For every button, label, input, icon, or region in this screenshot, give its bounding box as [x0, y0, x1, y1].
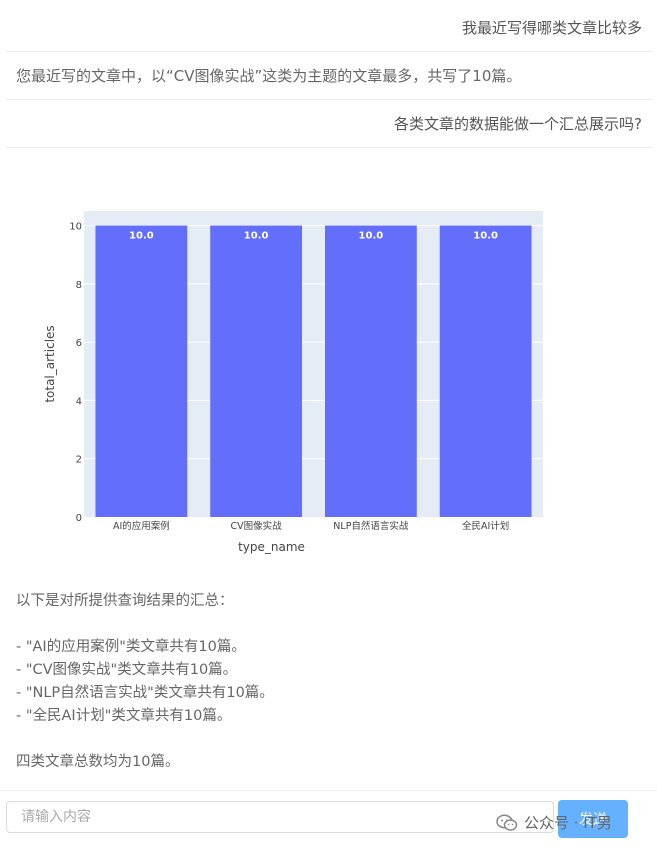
summary-item: - "NLP自然语言实战"类文章共有10篇。: [16, 685, 274, 701]
divider: [6, 51, 652, 52]
x-tick-label: AI的应用案例: [113, 520, 170, 532]
input-bar: 发送: [0, 790, 657, 850]
bar: [324, 225, 417, 518]
send-button[interactable]: 发送: [558, 800, 628, 838]
data-label: 10.0: [129, 231, 154, 242]
summary-conclusion: 四类文章总数均为10篇。: [16, 754, 180, 770]
data-label: 10.0: [244, 231, 269, 242]
y-tick-label: 10: [69, 222, 82, 233]
bar: [210, 225, 303, 518]
x-tick-label: 全民AI计划: [462, 520, 509, 532]
y-tick-label: 6: [76, 338, 82, 349]
data-label: 10.0: [359, 231, 384, 242]
message-input[interactable]: [6, 801, 554, 833]
summary-item: - "AI的应用案例"类文章共有10篇。: [16, 639, 246, 655]
y-axis-title: total_articles: [43, 325, 57, 402]
summary-item: - "CV图像实战"类文章共有10篇。: [16, 662, 238, 678]
divider: [6, 99, 652, 100]
chart-svg: 0 2 4 6 8 10 10.0 AI的应用案例 10.0 CV图像实战 10.0 NLP自然语言实…: [43, 211, 543, 554]
y-tick-label: 4: [76, 396, 82, 407]
x-tick-label: CV图像实战: [231, 520, 283, 532]
y-tick-label: 8: [76, 280, 82, 291]
y-tick-label: 0: [76, 513, 82, 524]
user-message: 我最近写得哪类文章比较多: [461, 19, 642, 37]
summary-intro: 以下是对所提供查询结果的汇总：: [16, 593, 234, 609]
chat-area: 我最近写得哪类文章比较多 您最近写的文章中，以“CV图像实战”这类为主题的文章最…: [0, 0, 657, 790]
divider: [6, 147, 652, 148]
bar: [439, 225, 532, 518]
y-tick-label: 2: [76, 455, 82, 466]
bot-message: 您最近写的文章中，以“CV图像实战”这类为主题的文章最多，共写了10篇。: [16, 67, 522, 85]
summary-item: - "全民AI计划"类文章共有10篇。: [16, 708, 232, 724]
bar: [95, 225, 188, 518]
x-tick-label: NLP自然语言实战: [333, 520, 409, 532]
bar-chart: 0 2 4 6 8 10 10.0 AI的应用案例 10.0 CV图像实战 10.0 NLP自然语言实…: [0, 200, 560, 570]
x-axis-title: type_name: [238, 540, 305, 554]
summary-text: 以下是对所提供查询结果的汇总： - "AI的应用案例"类文章共有10篇。 - "…: [16, 590, 636, 774]
data-label: 10.0: [473, 231, 498, 242]
user-message: 各类文章的数据能做一个汇总展示吗?: [394, 115, 642, 133]
